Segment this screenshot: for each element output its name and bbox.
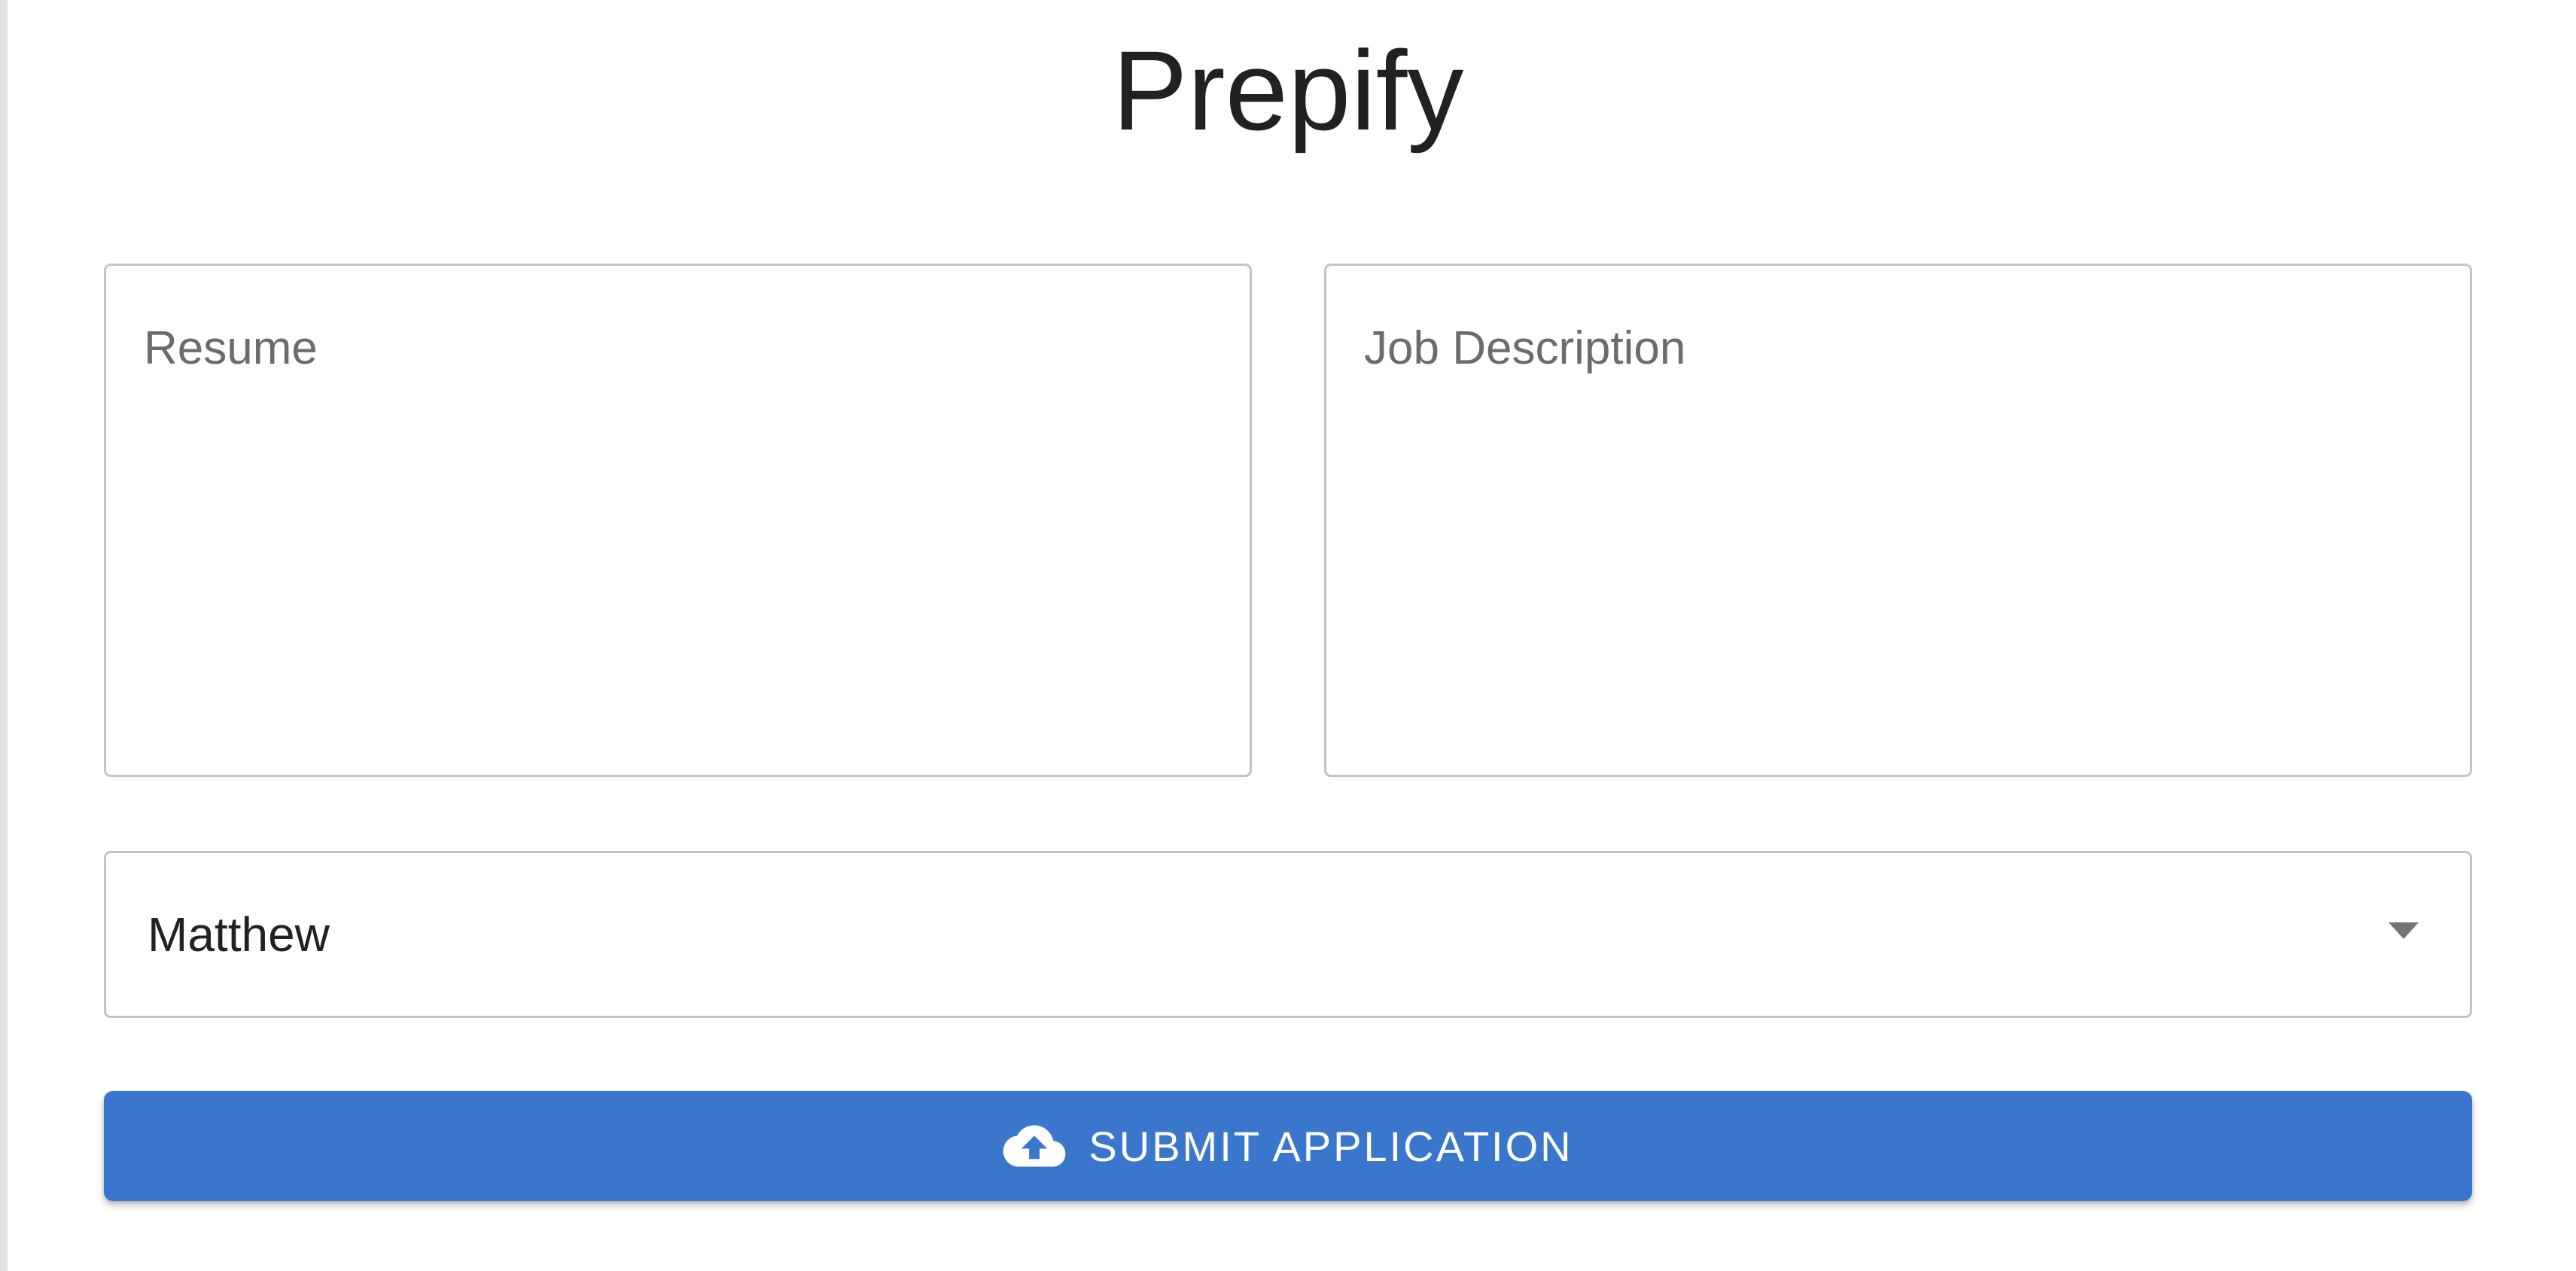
resume-textarea[interactable]: [144, 319, 1212, 737]
job-description-textarea[interactable]: [1364, 319, 2432, 737]
name-select-value: Matthew: [148, 907, 330, 962]
page: Prepify Matthew SUBMIT APPLICATION: [0, 0, 2576, 1271]
page-title: Prepify: [1112, 27, 1464, 154]
submit-application-button[interactable]: SUBMIT APPLICATION: [104, 1091, 2472, 1201]
job-description-field[interactable]: [1324, 264, 2472, 777]
submit-button-label: SUBMIT APPLICATION: [1089, 1122, 1573, 1170]
dropdown-arrow-icon: [2389, 922, 2419, 939]
cloud-upload-icon: [1003, 1125, 1066, 1167]
resume-field[interactable]: [104, 264, 1252, 777]
name-select[interactable]: Matthew: [104, 851, 2472, 1018]
window-edge: [0, 0, 8, 1271]
